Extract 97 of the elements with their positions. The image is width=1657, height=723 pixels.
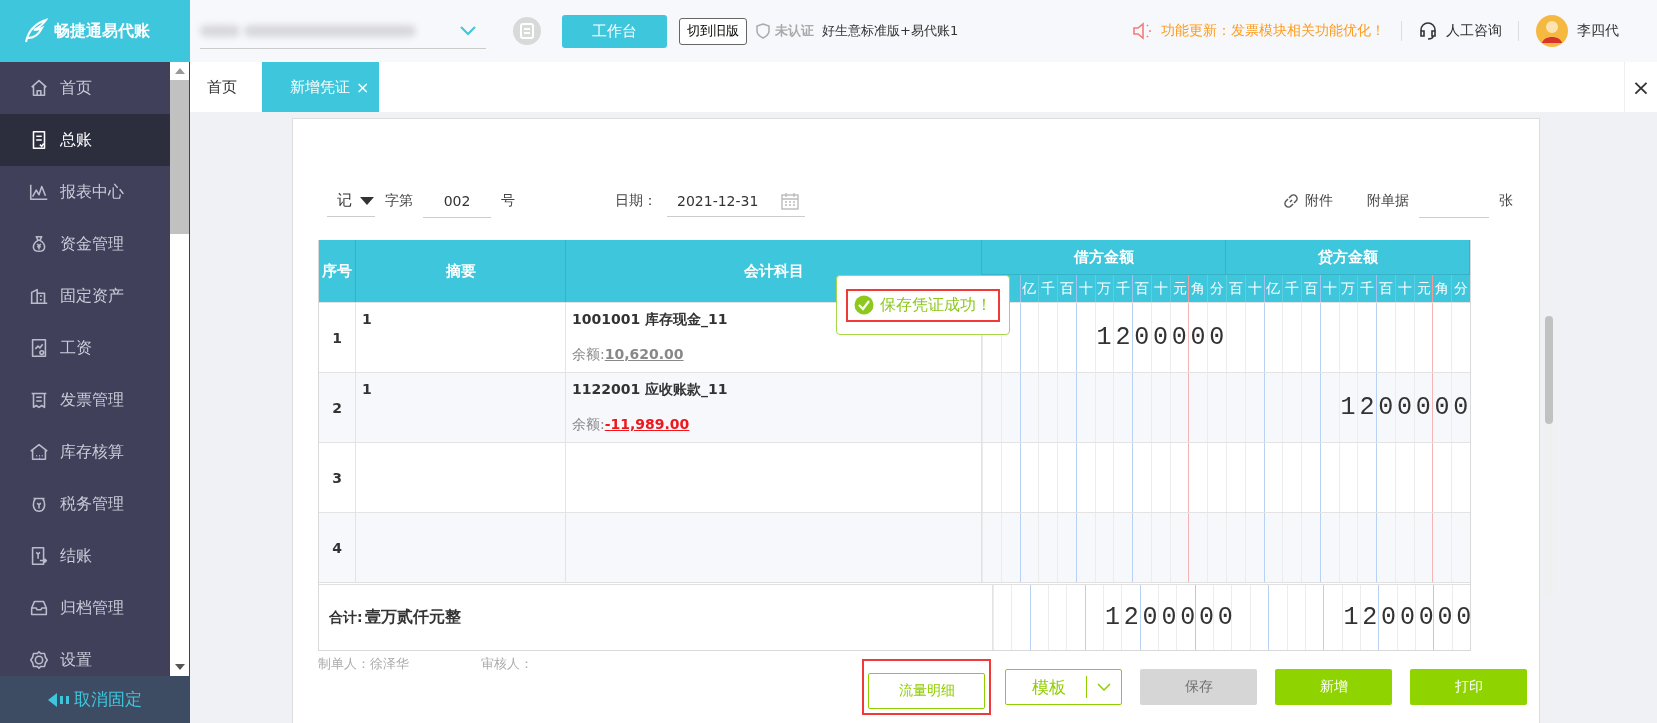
unit-header: 万 <box>1094 275 1114 302</box>
balance-label: 余额: <box>572 416 605 432</box>
unit-header: 千 <box>1113 275 1133 302</box>
unit-header: 百 <box>1376 275 1395 302</box>
summary-cell[interactable]: 1 <box>362 311 372 327</box>
check-circle-icon <box>854 295 874 315</box>
unit-header: 百 <box>1226 275 1245 302</box>
unit-header: 元 <box>1413 275 1433 302</box>
row-number: 3 <box>332 469 342 486</box>
sidebar-item[interactable]: 固定资产 <box>0 270 170 322</box>
maker-label: 制单人：徐泽华 <box>318 655 409 673</box>
scrollbar-thumb[interactable] <box>1545 316 1553 424</box>
headset-icon <box>1418 21 1438 41</box>
balance-value: 10,620.00 <box>604 346 684 362</box>
unit-header: 千 <box>1038 275 1058 302</box>
sidebar-item[interactable]: 资金管理 <box>0 218 170 270</box>
unit-header: 百 <box>1057 275 1076 302</box>
summary-cell[interactable]: 1 <box>362 381 372 397</box>
edition-label: 好生意标准版+易代账1 <box>822 22 959 40</box>
unit-header: 分 <box>1451 275 1470 302</box>
row-number: 4 <box>332 539 342 556</box>
account-cell[interactable]: 1122001 应收账款_11 <box>572 381 728 399</box>
balance-value: -11,989.00 <box>604 416 690 432</box>
unit-header: 十 <box>1319 275 1339 302</box>
column-header: 序号 <box>319 240 356 302</box>
unit-header: 万 <box>1338 275 1358 302</box>
unit-header: 百 <box>1301 275 1320 302</box>
sidebar-item[interactable]: 总账 <box>0 114 170 166</box>
credit-amount: 1200000 <box>1339 393 1470 422</box>
unpin-icon <box>48 691 72 708</box>
sidebar-item[interactable]: 税务管理 <box>0 478 170 530</box>
sidebar-item[interactable]: 归档管理 <box>0 582 170 634</box>
tab[interactable]: 首页 <box>196 62 262 112</box>
sidebar-item[interactable]: 报表中心 <box>0 166 170 218</box>
sidebar-item[interactable]: 工资 <box>0 322 170 374</box>
unit-header: 亿 <box>1263 275 1283 302</box>
row-number: 2 <box>332 399 342 416</box>
settings-icon <box>28 649 50 671</box>
debit-amount: 1200000 <box>1095 323 1226 352</box>
speaker-icon <box>1131 20 1153 42</box>
scroll-up-icon[interactable] <box>174 68 185 74</box>
unit-header: 千 <box>1282 275 1302 302</box>
column-header: 借方金额 <box>982 240 1226 274</box>
reviewer-label: 审核人： <box>481 655 533 673</box>
account-cell[interactable]: 1001001 库存现金_11 <box>572 311 728 329</box>
user-name[interactable]: 李四代 <box>1577 22 1619 40</box>
link-icon <box>1283 193 1299 209</box>
unit-header: 元 <box>1169 275 1189 302</box>
unit-header: 十 <box>1075 275 1095 302</box>
unit-header: 亿 <box>1019 275 1039 302</box>
balance-label: 余额: <box>572 346 605 362</box>
calendar-icon[interactable] <box>512 16 542 46</box>
debit-total: 1200000 <box>1104 603 1232 632</box>
column-header: 摘要 <box>356 240 566 302</box>
unit-header: 千 <box>1357 275 1377 302</box>
shield-icon <box>755 23 771 39</box>
sidebar-item[interactable]: 设置 <box>0 634 170 676</box>
unit-header: 分 <box>1207 275 1226 302</box>
feather-icon <box>22 18 48 44</box>
unpin-button[interactable]: 取消固定 <box>0 676 190 723</box>
sidebar-item[interactable]: 发票管理 <box>0 374 170 426</box>
support-link[interactable]: 人工咨询 <box>1446 22 1502 40</box>
unit-header: 角 <box>1432 275 1452 302</box>
old-version-button[interactable]: 切到旧版 <box>679 17 747 45</box>
certification-status: 未认证 <box>775 22 814 40</box>
number-suffix: 号 <box>501 192 515 210</box>
credit-total: 1200000 <box>1342 603 1470 632</box>
caret-icon <box>360 196 374 205</box>
column-header: 贷方金额 <box>1226 240 1470 274</box>
home-icon <box>28 77 50 99</box>
unit-header: 角 <box>1188 275 1208 302</box>
voucher-word-select[interactable]: 记 <box>327 185 375 217</box>
chevron-down-icon <box>460 25 476 36</box>
date-label: 日期： <box>615 192 657 210</box>
sidebar-item[interactable]: 结账 <box>0 530 170 582</box>
unit-header: 十 <box>1150 275 1170 302</box>
warehouse-icon <box>28 441 50 463</box>
word-suffix: 字第 <box>385 192 413 210</box>
date-field[interactable]: 2021-12-31 <box>667 185 805 217</box>
scroll-down-icon[interactable] <box>174 664 185 670</box>
total-in-words: 壹万贰仟元整 <box>364 607 461 628</box>
number-field[interactable]: 002 <box>423 184 491 218</box>
scrollbar[interactable] <box>170 62 189 676</box>
calendar-icon <box>781 191 799 210</box>
row-number: 1 <box>332 329 342 346</box>
total-label: 合计: <box>329 608 363 627</box>
attached-suffix: 张 <box>1499 192 1513 210</box>
logo-text: 畅捷通易代账 <box>54 20 150 42</box>
chevron-down-icon <box>1097 683 1111 691</box>
unit-header: 十 <box>1244 275 1264 302</box>
unit-header: 百 <box>1132 275 1151 302</box>
attached-label: 附单据 <box>1367 192 1409 210</box>
sidebar-item[interactable]: 库存核算 <box>0 426 170 478</box>
attachment-link[interactable]: 附件 <box>1305 192 1333 210</box>
avatar[interactable] <box>1535 14 1569 48</box>
sidebar-item[interactable]: 首页 <box>0 62 170 114</box>
unit-header: 十 <box>1394 275 1414 302</box>
